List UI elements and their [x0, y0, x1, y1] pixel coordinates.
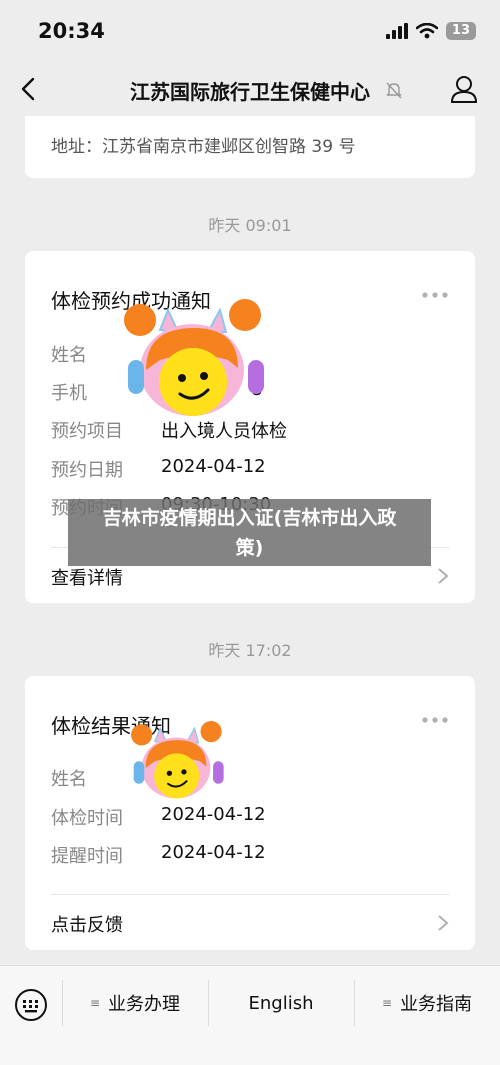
overlay-line-1: 吉林市疫情期出入证(吉林市出入政: [102, 507, 397, 529]
more-options-icon[interactable]: [421, 716, 449, 724]
profile-icon[interactable]: [450, 74, 478, 104]
row-label-date: 预约日期: [51, 460, 123, 481]
chevron-right-icon: [438, 568, 449, 584]
address-text: 地址：江苏省南京市建邺区创智路 39 号: [51, 137, 356, 157]
message-timestamp: 昨天 09:01: [208, 216, 292, 235]
overlay-line-2: 策): [235, 537, 264, 559]
menu-english-label: English: [248, 992, 314, 1014]
overlay-caption: 吉林市疫情期出入证(吉林市出入政 策): [68, 499, 431, 566]
bottom-menu-bar: ≡ 业务办理 English ≡ 业务指南: [0, 965, 500, 1065]
keyboard-icon[interactable]: [14, 988, 48, 1022]
wifi-icon: [415, 23, 438, 39]
row-value-item: 出入境人员体检: [161, 421, 287, 442]
row-label-name: 姓名: [51, 769, 87, 790]
view-details-link[interactable]: 查看详情: [51, 564, 123, 590]
battery-badge: 13: [445, 22, 476, 40]
row-label-exam-time: 体检时间: [51, 808, 123, 829]
row-label-name: 姓名: [51, 345, 87, 366]
nav-bar: 江苏国际旅行卫生保健中心: [0, 62, 500, 116]
menu-business-label: 业务办理: [108, 994, 181, 1015]
menu-guide-label: 业务指南: [400, 994, 473, 1015]
page-title: 江苏国际旅行卫生保健中心: [130, 80, 370, 104]
menu-business[interactable]: ≡ 业务办理: [62, 966, 208, 1040]
signal-icon: [385, 23, 408, 39]
row-label-item: 预约项目: [51, 421, 123, 442]
row-value-reminder-time: 2024-04-12: [161, 842, 266, 863]
status-time: 20:34: [38, 19, 105, 43]
divider: [51, 894, 449, 895]
row-value-exam-time: 2024-04-12: [161, 804, 266, 825]
message-card-result[interactable]: 体检结果通知 姓名 体检时间 2024-04-12 提醒时间 2024-04-1…: [25, 676, 475, 950]
feedback-link[interactable]: 点击反馈: [51, 911, 123, 937]
cartoon-sticker-icon: [131, 720, 224, 799]
menu-list-icon: ≡: [381, 996, 393, 1010]
status-icons: 13: [385, 22, 476, 40]
more-options-icon[interactable]: [421, 291, 449, 299]
cartoon-sticker-icon: [124, 299, 264, 416]
chevron-right-icon: [438, 915, 449, 931]
row-value-date: 2024-04-12: [161, 456, 266, 477]
mute-bell-icon: [386, 82, 402, 99]
row-label-phone: 手机: [51, 383, 87, 404]
menu-english[interactable]: English: [208, 966, 354, 1040]
row-label-reminder-time: 提醒时间: [51, 846, 123, 867]
address-card: 地址：江苏省南京市建邺区创智路 39 号: [25, 116, 475, 178]
message-timestamp: 昨天 17:02: [208, 641, 292, 660]
menu-list-icon: ≡: [89, 996, 101, 1010]
menu-guide[interactable]: ≡ 业务指南: [354, 966, 500, 1040]
status-bar: 20:34 13: [0, 0, 500, 62]
